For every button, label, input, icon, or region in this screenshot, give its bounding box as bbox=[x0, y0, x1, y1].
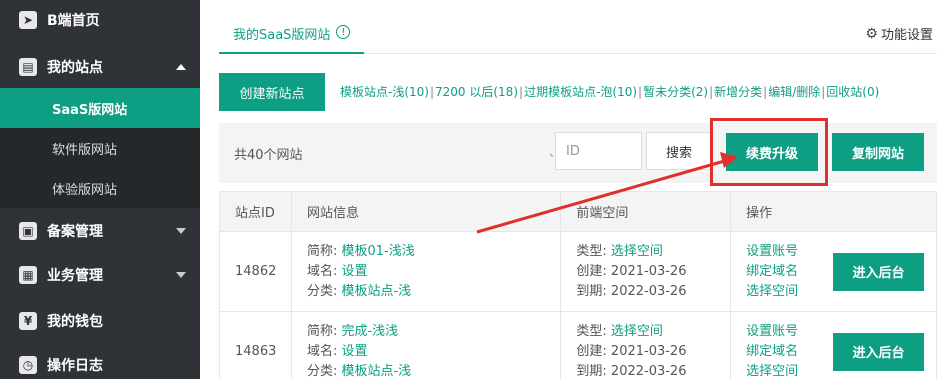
sidebar-item-logs[interactable]: ◷ 操作日志 bbox=[0, 345, 200, 379]
info-icon[interactable]: ! bbox=[336, 25, 351, 39]
sidebar-item-label: 操作日志 bbox=[47, 358, 103, 374]
function-settings-link[interactable]: ⚙ 功能设置 bbox=[865, 24, 933, 44]
sidebar-item-my-sites[interactable]: ▤ 我的站点 bbox=[0, 47, 200, 87]
actions-cell: 设置账号 绑定域名 选择空间 进入后台 bbox=[730, 311, 937, 379]
sidebar-item-filing[interactable]: ▣ 备案管理 bbox=[0, 211, 200, 251]
sidebar-subitem-saas[interactable]: SaaS版网站 bbox=[0, 88, 200, 128]
site-name-link[interactable]: 完成-浅浅 bbox=[341, 324, 398, 339]
gear-icon: ⚙ bbox=[865, 25, 878, 42]
table-row: 14863 简称: 完成-浅浅 域名: 设置 分类: 模板站点-浅 类型: 选择… bbox=[219, 311, 937, 379]
choose-space-link[interactable]: 选择空间 bbox=[611, 244, 663, 259]
sidebar-item-label: 我的站点 bbox=[47, 60, 103, 76]
set-account-link[interactable]: 设置账号 bbox=[746, 242, 798, 262]
search-button[interactable]: 搜索 bbox=[646, 132, 712, 170]
domain-set-link[interactable]: 设置 bbox=[341, 264, 367, 279]
choose-space-link[interactable]: 选择空间 bbox=[746, 282, 798, 302]
copy-site-button[interactable]: 复制网站 bbox=[832, 133, 924, 171]
chevron-up-icon bbox=[176, 64, 186, 70]
create-site-button[interactable]: 创建新站点 bbox=[219, 73, 325, 111]
enter-backend-button[interactable]: 进入后台 bbox=[833, 252, 924, 291]
sidebar-item-label: 备案管理 bbox=[47, 224, 103, 240]
category-link[interactable]: 模板站点-浅 bbox=[341, 284, 411, 299]
bind-domain-link[interactable]: 绑定域名 bbox=[746, 262, 798, 282]
enter-backend-button[interactable]: 进入后台 bbox=[833, 332, 924, 371]
site-info: 简称: 完成-浅浅 域名: 设置 分类: 模板站点-浅 bbox=[290, 311, 562, 379]
category-link[interactable]: 过期模板站点-泡(10) bbox=[524, 85, 637, 99]
category-link[interactable]: 7200 以后(18) bbox=[435, 85, 518, 99]
table-header-row: 站点ID 网站信息 前端空间 操作 bbox=[219, 191, 937, 232]
header-actions: 操作 bbox=[730, 191, 937, 232]
sidebar-item-label: B端首页 bbox=[47, 13, 100, 29]
tab-bar: 我的SaaS版网站 ! ⚙ 功能设置 bbox=[219, 16, 937, 54]
add-category-link[interactable]: 新增分类 bbox=[714, 85, 762, 99]
domain-set-link[interactable]: 设置 bbox=[341, 344, 367, 359]
site-count: 共40个网站 bbox=[234, 148, 303, 163]
header-site-id: 站点ID bbox=[219, 191, 292, 232]
recycle-bin-link[interactable]: 回收站(0) bbox=[826, 85, 879, 99]
actions-cell: 设置账号 绑定域名 选择空间 进入后台 bbox=[730, 231, 937, 312]
category-links: 模板站点-浅(10)|7200 以后(18)|过期模板站点-泡(10)|暂未分类… bbox=[340, 85, 880, 99]
clock-icon: ◷ bbox=[19, 356, 37, 374]
sidebar-item-label: 我的钱包 bbox=[47, 314, 103, 330]
chevron-down-icon bbox=[176, 228, 186, 234]
renew-upgrade-button[interactable]: 续费升级 bbox=[726, 133, 818, 171]
chevron-down-icon bbox=[176, 272, 186, 278]
bind-domain-link[interactable]: 绑定域名 bbox=[746, 342, 798, 362]
function-settings-label: 功能设置 bbox=[880, 28, 933, 43]
tab-saas-sites[interactable]: 我的SaaS版网站 ! bbox=[219, 16, 365, 54]
frontend-space: 类型: 选择空间 创建: 2021-03-26 到期: 2022-03-26 bbox=[560, 311, 732, 379]
search-input[interactable] bbox=[555, 132, 642, 170]
sidebar-item-b-home[interactable]: ➤ B端首页 bbox=[0, 0, 200, 40]
sidebar-item-label: 业务管理 bbox=[47, 268, 103, 284]
filter-bar: 共40个网站 、 搜索 续费升级 复制网站 bbox=[219, 123, 937, 183]
document-icon: ▤ bbox=[19, 58, 37, 76]
edit-delete-link[interactable]: 编辑/删除 bbox=[768, 85, 820, 99]
created-date: 2021-03-26 bbox=[610, 343, 687, 359]
site-name-link[interactable]: 模板01-浅浅 bbox=[341, 244, 414, 259]
header-site-info: 网站信息 bbox=[290, 191, 562, 232]
frontend-space: 类型: 选择空间 创建: 2021-03-26 到期: 2022-03-26 bbox=[560, 231, 732, 312]
grid-icon: ▦ bbox=[19, 266, 37, 284]
sites-table: 站点ID 网站信息 前端空间 操作 14862 简称: 模板01-浅浅 域名: … bbox=[219, 191, 937, 379]
sidebar-subitem-software[interactable]: 软件版网站 bbox=[0, 128, 200, 168]
set-account-link[interactable]: 设置账号 bbox=[746, 322, 798, 342]
header-frontend-space: 前端空间 bbox=[560, 191, 732, 232]
category-link[interactable]: 模板站点-浅 bbox=[341, 364, 411, 379]
paper-plane-icon: ➤ bbox=[19, 11, 37, 29]
sidebar: ➤ B端首页 ▤ 我的站点 SaaS版网站 软件版网站 体验版网站 ▣ 备案管理… bbox=[0, 0, 200, 379]
site-id: 14863 bbox=[219, 311, 292, 379]
category-link[interactable]: 模板站点-浅(10) bbox=[340, 85, 429, 99]
table-row: 14862 简称: 模板01-浅浅 域名: 设置 分类: 模板站点-浅 类型: … bbox=[219, 231, 937, 312]
sidebar-subitem-trial[interactable]: 体验版网站 bbox=[0, 168, 200, 208]
site-id: 14862 bbox=[219, 231, 292, 312]
gift-icon: ▣ bbox=[19, 222, 37, 240]
tab-label: 我的SaaS版网站 bbox=[233, 28, 331, 43]
choose-space-link[interactable]: 选择空间 bbox=[611, 324, 663, 339]
expire-date: 2022-03-26 bbox=[610, 363, 687, 379]
expire-date: 2022-03-26 bbox=[610, 283, 687, 299]
yen-icon: ¥ bbox=[19, 312, 37, 330]
sidebar-item-wallet[interactable]: ¥ 我的钱包 bbox=[0, 301, 200, 341]
site-info: 简称: 模板01-浅浅 域名: 设置 分类: 模板站点-浅 bbox=[290, 231, 562, 312]
choose-space-link[interactable]: 选择空间 bbox=[746, 362, 798, 379]
created-date: 2021-03-26 bbox=[610, 263, 687, 279]
category-link[interactable]: 暂未分类(2) bbox=[643, 85, 708, 99]
sidebar-item-business[interactable]: ▦ 业务管理 bbox=[0, 255, 200, 295]
